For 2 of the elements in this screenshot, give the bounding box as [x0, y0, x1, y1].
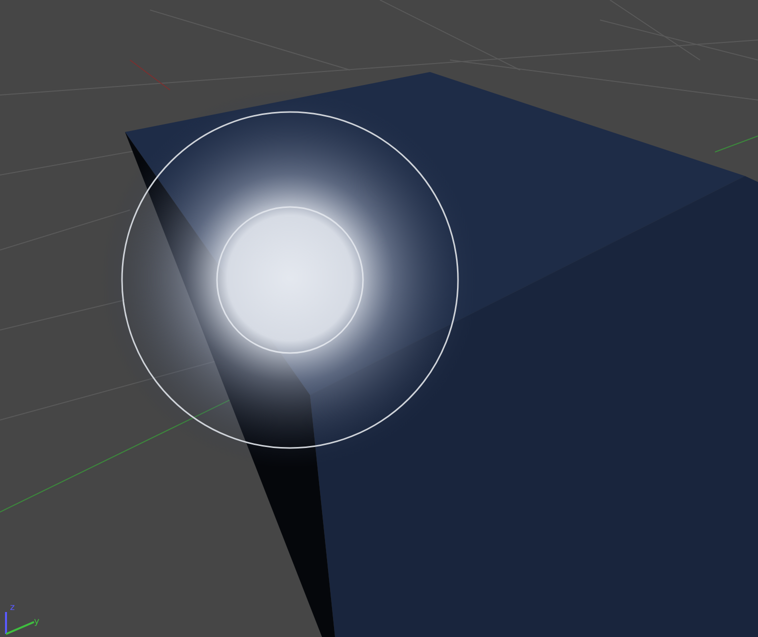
axis-label: y: [34, 617, 40, 627]
axis-label: z: [10, 603, 15, 613]
